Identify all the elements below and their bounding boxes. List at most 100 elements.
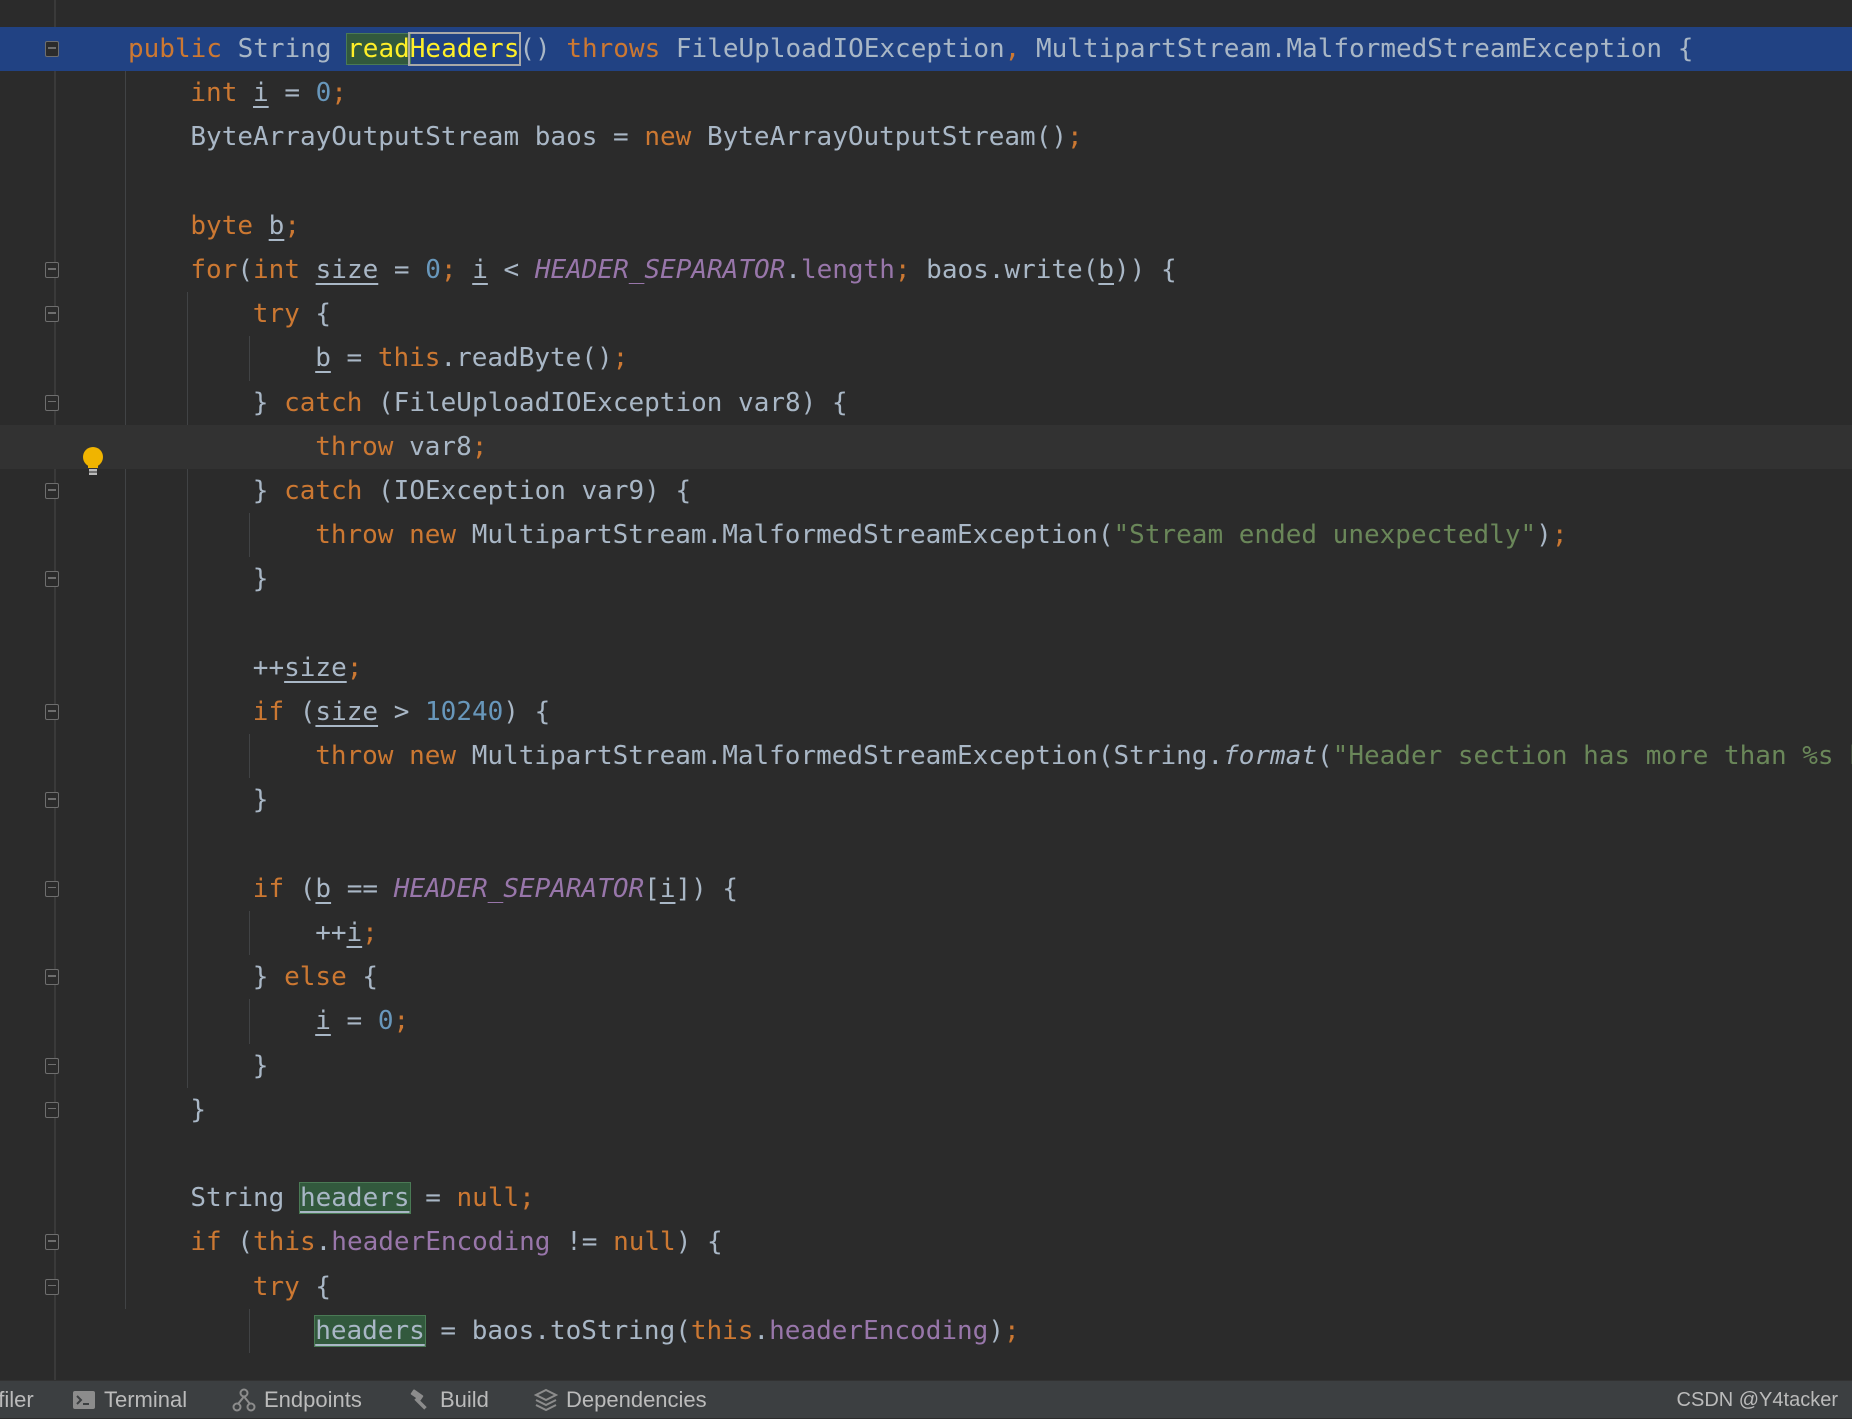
fold-marker-icon[interactable]: [45, 483, 59, 499]
code-line[interactable]: public String readHeaders() throws FileU…: [0, 27, 1852, 71]
code-line[interactable]: headers = baos.toString(this.headerEncod…: [0, 1309, 1852, 1353]
fold-marker-icon[interactable]: [45, 571, 59, 588]
fold-marker-icon[interactable]: [45, 1278, 59, 1295]
code-token: b: [315, 873, 332, 904]
code-line[interactable]: } catch (FileUploadIOException var8) {: [0, 381, 1852, 425]
code-token: }: [252, 387, 285, 418]
code-token: ) {: [675, 1227, 723, 1258]
fold-marker-icon[interactable]: [45, 41, 59, 57]
build-label: Build: [440, 1387, 489, 1412]
code-token: !=: [550, 1227, 614, 1258]
code-token: ]) {: [675, 873, 739, 904]
lightbulb-icon[interactable]: [82, 446, 104, 478]
fold-marker-icon[interactable]: [45, 262, 59, 278]
code-line[interactable]: String headers = null;: [0, 1176, 1852, 1220]
code-token: ++: [252, 652, 285, 683]
code-token: "Header section has more than %s bytes (…: [1332, 741, 1852, 772]
code-token: Headers: [407, 32, 522, 66]
code-token: }: [252, 476, 285, 506]
code-token: b: [1098, 255, 1115, 285]
terminal-tab[interactable]: Terminal: [72, 1381, 187, 1419]
code-editor[interactable]: public String readHeaders() throws FileU…: [0, 0, 1852, 1380]
code-token: .: [785, 255, 801, 285]
code-line[interactable]: throw new MultipartStream.MalformedStrea…: [0, 513, 1852, 557]
code-text: if (b == HEADER_SEPARATOR[i]) {: [253, 867, 738, 911]
fold-marker-icon[interactable]: [45, 394, 59, 411]
code-token: headerEncoding: [769, 1315, 989, 1346]
code-text: String headers = null;: [190, 1176, 535, 1220]
code-token: ==: [331, 873, 394, 904]
code-token: )) {: [1114, 255, 1177, 285]
code-line[interactable]: for(int size = 0; i < HEADER_SEPARATOR.l…: [0, 248, 1852, 292]
code-line[interactable]: [0, 1132, 1852, 1176]
code-line[interactable]: ++size;: [0, 646, 1852, 690]
code-token: ;: [440, 255, 473, 285]
code-line[interactable]: [0, 160, 1852, 204]
code-token: [: [644, 873, 660, 904]
code-token: (IOException var9) {: [378, 476, 692, 506]
code-line[interactable]: try {: [0, 292, 1852, 336]
endpoints-tab[interactable]: Endpoints: [232, 1381, 362, 1419]
code-line[interactable]: }: [0, 778, 1852, 822]
code-token: ;: [331, 78, 347, 109]
code-token: size: [284, 652, 347, 683]
fold-marker-icon[interactable]: [45, 792, 59, 809]
code-line[interactable]: b = this.readByte();: [0, 336, 1852, 380]
code-token: throw new: [315, 741, 472, 772]
code-token: format: [1223, 741, 1318, 772]
code-token: ): [1536, 520, 1552, 551]
code-line[interactable]: i = 0;: [0, 999, 1852, 1043]
fold-marker-icon[interactable]: [45, 880, 59, 897]
code-line[interactable]: throw var8;: [0, 424, 1852, 469]
code-line[interactable]: }: [0, 557, 1852, 601]
code-line[interactable]: if (b == HEADER_SEPARATOR[i]) {: [0, 867, 1852, 911]
code-token: headerEncoding: [331, 1227, 551, 1258]
code-line[interactable]: int i = 0;: [0, 71, 1852, 115]
code-text: throw new MultipartStream.MalformedStrea…: [315, 513, 1567, 557]
code-token: 0: [377, 1006, 394, 1037]
tool-window-bar: Profiler Terminal Endpoints Build De: [0, 1380, 1852, 1418]
code-token: null;: [456, 1183, 535, 1214]
code-token: =: [378, 255, 426, 285]
code-line[interactable]: try {: [0, 1265, 1852, 1309]
code-text: } catch (IOException var9) {: [253, 469, 691, 513]
code-token: ++: [315, 918, 347, 948]
code-text: } else {: [253, 955, 378, 999]
code-token: "Stream ended unexpectedly": [1113, 520, 1537, 551]
code-line[interactable]: byte b;: [0, 204, 1852, 248]
fold-marker-icon[interactable]: [45, 969, 59, 986]
code-line[interactable]: }: [0, 1088, 1852, 1132]
code-line[interactable]: } else {: [0, 955, 1852, 999]
dependencies-tab[interactable]: Dependencies: [534, 1381, 707, 1419]
code-line[interactable]: if (size > 10240) {: [0, 690, 1852, 734]
fold-marker-icon[interactable]: [45, 704, 59, 720]
code-line[interactable]: [0, 602, 1852, 646]
code-line[interactable]: ++i;: [0, 911, 1852, 955]
fold-marker-icon[interactable]: [45, 1057, 59, 1074]
code-token: String: [190, 1183, 300, 1214]
profiler-tab[interactable]: Profiler: [0, 1381, 34, 1419]
code-token: ) {: [503, 697, 551, 727]
code-text: b = this.readByte();: [315, 336, 628, 380]
code-line[interactable]: throw new MultipartStream.MalformedStrea…: [0, 734, 1852, 778]
code-token: ;: [1551, 520, 1568, 551]
code-token: =: [330, 343, 378, 374]
code-text: }: [253, 1044, 269, 1088]
code-token: ;: [362, 918, 378, 948]
code-line[interactable]: } catch (IOException var9) {: [0, 469, 1852, 513]
code-token: MultipartStream.MalformedStreamException…: [471, 741, 1224, 772]
terminal-icon: [73, 1391, 95, 1409]
code-token: throws: [566, 34, 676, 64]
code-line[interactable]: [0, 823, 1852, 867]
code-line[interactable]: if (this.headerEncoding != null) {: [0, 1220, 1852, 1264]
fold-marker-icon[interactable]: [45, 306, 59, 323]
fold-marker-icon[interactable]: [45, 1234, 59, 1251]
code-token: length: [800, 255, 895, 285]
build-tab[interactable]: Build: [408, 1381, 489, 1419]
code-line[interactable]: ByteArrayOutputStream baos = new ByteArr…: [0, 115, 1852, 159]
code-token: byte: [190, 210, 269, 241]
code-token: .readByte(): [440, 343, 613, 374]
layers-icon: [534, 1388, 558, 1412]
fold-marker-icon[interactable]: [45, 1101, 59, 1118]
code-line[interactable]: }: [0, 1044, 1852, 1088]
